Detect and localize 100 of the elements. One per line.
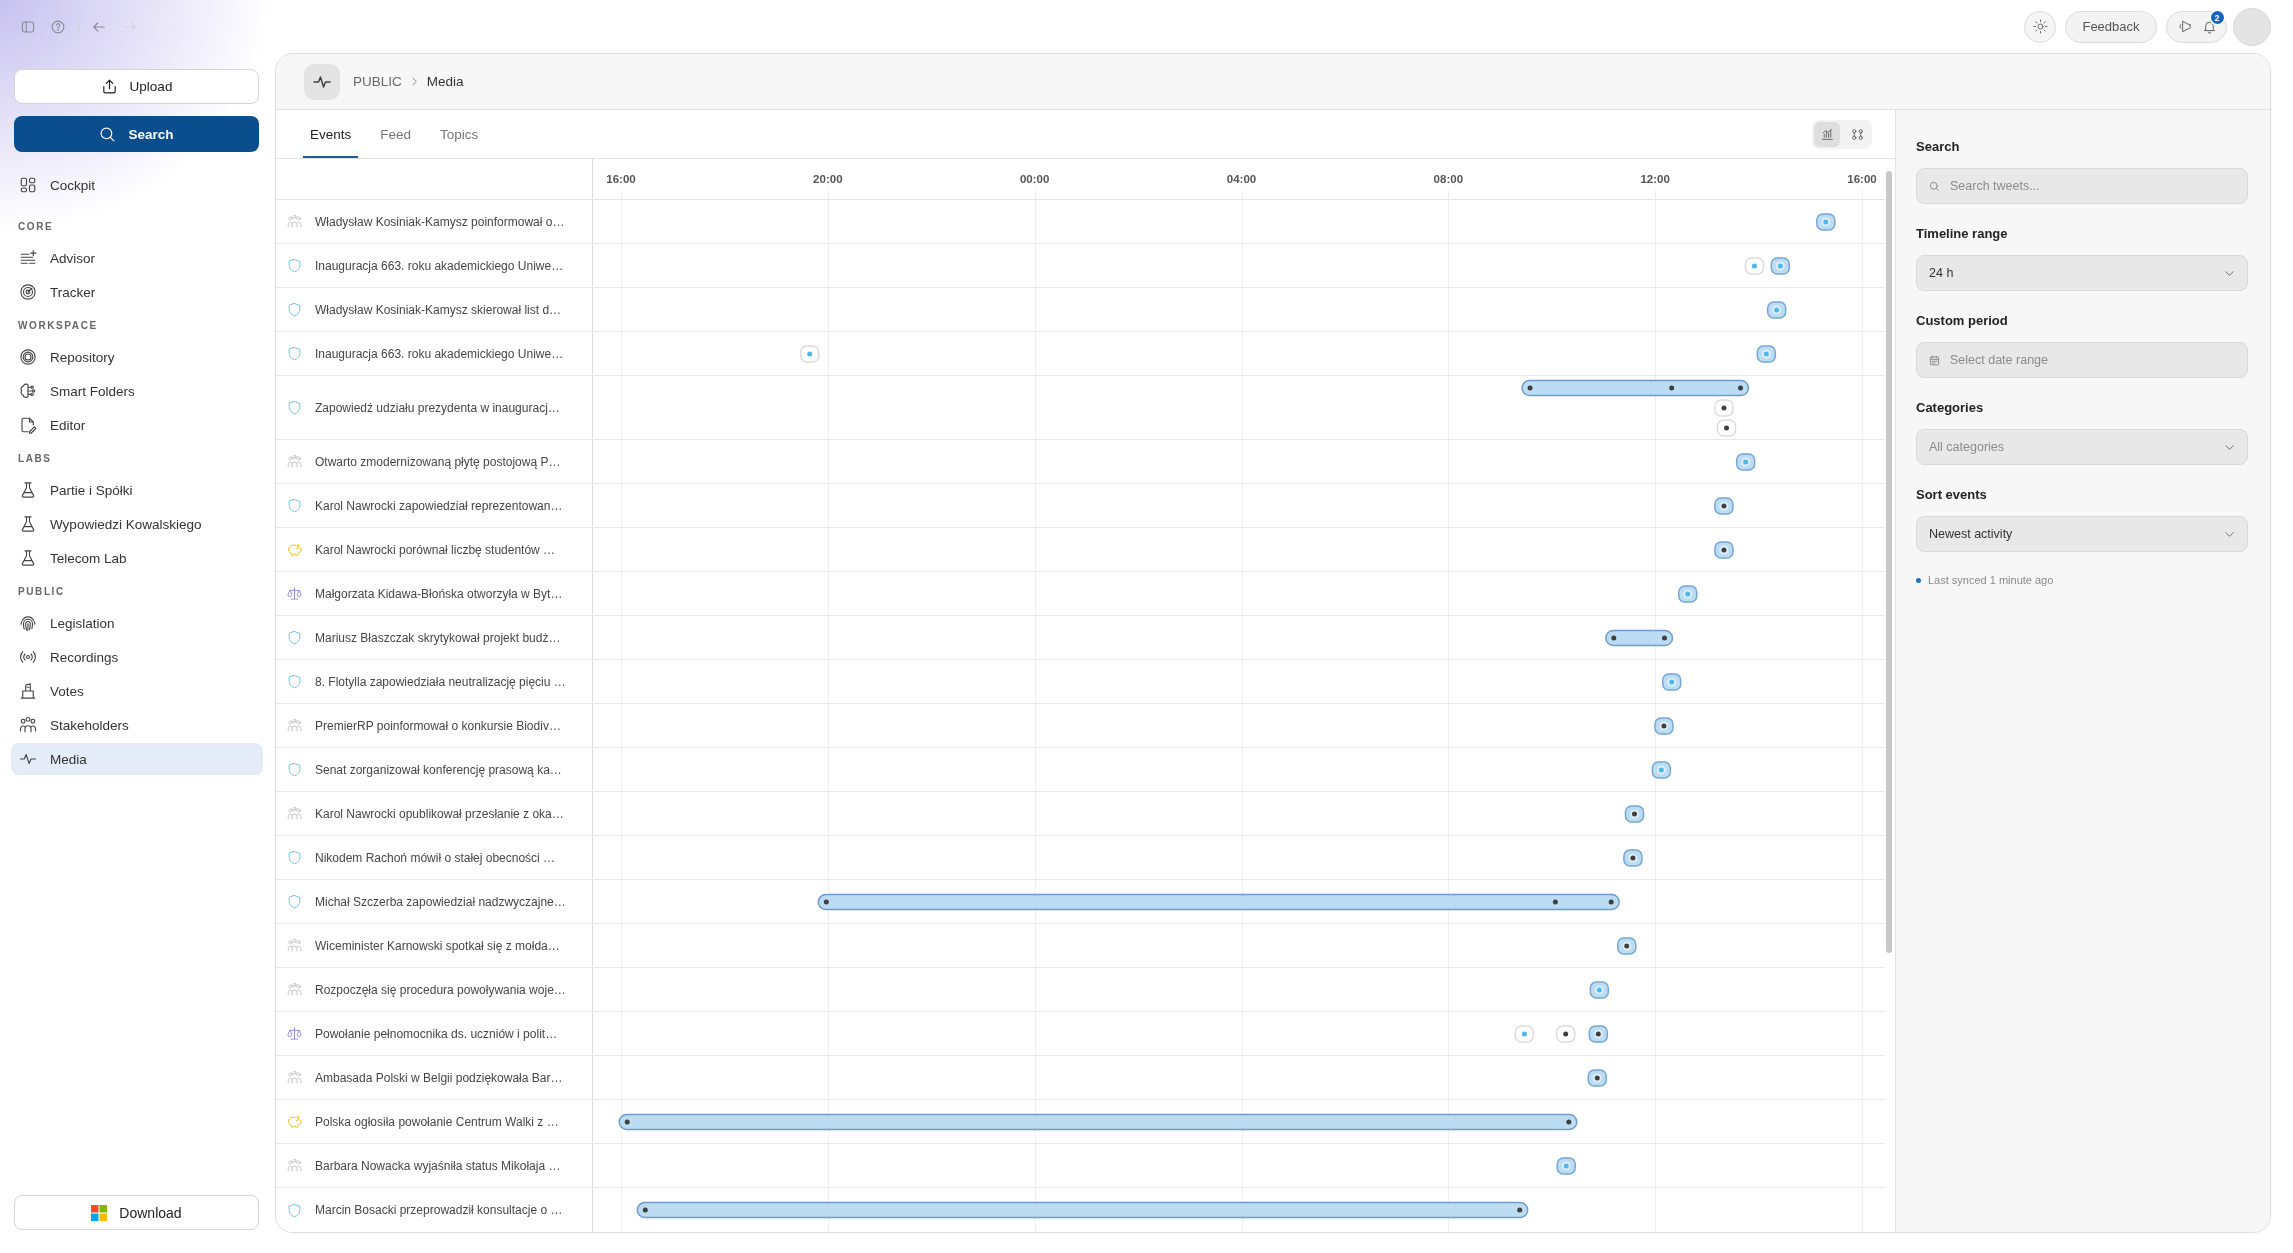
dropdown[interactable]: 24 h (1916, 255, 2248, 291)
nav-item[interactable]: Wypowiedzi Kowalskiego (11, 508, 263, 540)
marker-icon[interactable] (1588, 1025, 1609, 1043)
nav-item[interactable]: Advisor (11, 242, 263, 274)
scales-icon (287, 1026, 302, 1041)
nav-item[interactable]: Editor (11, 409, 263, 441)
marker-icon[interactable] (1623, 849, 1643, 867)
event-title[interactable]: Otwarto zmodernizowaną płytę postojową P… (315, 454, 561, 469)
nav-item[interactable]: Telecom Lab (11, 542, 263, 574)
flask-icon (19, 549, 37, 567)
megaphone-icon[interactable] (2176, 19, 2192, 34)
marker-icon[interactable] (1678, 585, 1698, 603)
event-title[interactable]: Karol Nawrocki zapowiedział reprezentowan… (315, 498, 563, 513)
brain-icon (19, 382, 37, 400)
marker-icon[interactable] (1651, 761, 1672, 779)
sidebar-toggle-icon[interactable] (21, 19, 35, 34)
nav-item[interactable]: Stakeholders (11, 709, 263, 741)
marker-icon[interactable] (1816, 213, 1836, 231)
nav-item[interactable]: Recordings (11, 641, 263, 673)
people-icon (287, 806, 302, 821)
event-title[interactable]: Karol Nawrocki porównał liczbę studentów … (315, 542, 556, 557)
event-title[interactable]: Karol Nawrocki opublikował przesłanie z oka… (315, 806, 564, 821)
shield-icon (287, 302, 302, 317)
nav-item[interactable]: Smart Folders (11, 375, 263, 407)
event-title[interactable]: Polska ogłosiła powołanie Centrum Walki z … (315, 1114, 559, 1129)
shield-icon (287, 400, 302, 415)
event-title[interactable]: Rozpoczęła się procedura powoływania woje… (315, 982, 566, 997)
event-title[interactable]: Inauguracja 663. roku akademickiego Uniwe… (315, 258, 564, 273)
nav-item[interactable]: Media (11, 743, 263, 775)
feedback-button[interactable]: Feedback (2065, 10, 2157, 43)
event-title[interactable]: Władysław Kosiniak-Kamysz poinformował o… (315, 214, 565, 229)
people-icon (19, 716, 37, 734)
event-title[interactable]: Nikodem Rachoń mówił o stałej obecności … (315, 850, 556, 865)
people-icon (287, 454, 302, 469)
marker-icon[interactable] (1714, 541, 1734, 559)
notification-badge: 2 (2210, 11, 2224, 24)
help-icon[interactable] (51, 19, 65, 34)
shield-icon (287, 1202, 302, 1218)
nav-item[interactable]: Tracker (11, 276, 263, 308)
nav-item[interactable]: Legislation (11, 607, 263, 639)
date-range-field[interactable]: Select date range (1916, 342, 2248, 378)
search-field[interactable]: Search tweets... (1916, 168, 2248, 204)
back-arrow-icon[interactable] (92, 19, 106, 34)
filter-label: Custom period (1916, 313, 2009, 329)
event-title[interactable]: Michał Szczerba zapowiedział nadzwyczajne… (315, 894, 566, 909)
shield-icon (287, 346, 302, 361)
marker-icon[interactable] (1661, 673, 1682, 691)
bell-icon[interactable] (2201, 19, 2217, 34)
marker-icon[interactable] (1589, 981, 1610, 999)
event-title[interactable]: Mariusz Błaszczak skrytykował projekt budż… (315, 630, 561, 645)
marker-icon[interactable] (1756, 345, 1777, 363)
sync-status: Last synced 1 minute ago (1928, 574, 2054, 586)
tab[interactable]: Feed (373, 110, 419, 158)
lines-sparkle-icon (19, 249, 37, 267)
tab[interactable]: Topics (433, 110, 486, 158)
avatar[interactable] (2233, 7, 2271, 46)
marker-icon[interactable] (1770, 257, 1791, 275)
download-button[interactable]: Download (14, 1195, 259, 1230)
event-title[interactable]: Senat zorganizował konferencję prasową ka… (315, 762, 562, 777)
marker-icon[interactable] (1556, 1157, 1576, 1175)
marker-icon[interactable] (1766, 301, 1787, 319)
nav-item[interactable]: Cockpit (11, 169, 263, 201)
nav-item[interactable]: Votes (11, 675, 263, 707)
document-pen-icon (19, 416, 37, 434)
search-icon (1929, 180, 1940, 192)
event-title[interactable]: Inauguracja 663. roku akademickiego Uniwe… (315, 346, 564, 361)
event-title[interactable]: Ambasada Polski w Belgii podziękowała Bar… (315, 1070, 563, 1085)
scrollbar-thumb[interactable] (1886, 171, 1892, 953)
event-title[interactable]: Władysław Kosiniak-Kamysz skierował list d… (315, 302, 562, 317)
event-title[interactable]: Powołanie pełnomocnika ds. uczniów i polit… (315, 1026, 558, 1041)
view-toggle-button[interactable] (1814, 121, 1840, 147)
shield-icon (287, 674, 302, 689)
marker-icon[interactable] (1714, 497, 1734, 515)
marker-icon[interactable] (1735, 453, 1756, 471)
marker-icon[interactable] (1587, 1069, 1607, 1087)
marker-icon[interactable] (1617, 937, 1637, 955)
search-button[interactable]: Search (14, 116, 259, 152)
four-squares-icon (91, 1204, 108, 1221)
event-span-bar[interactable] (1605, 629, 1674, 647)
flask-icon (19, 481, 37, 499)
marker-icon[interactable] (1654, 717, 1674, 735)
upload-button[interactable]: Upload (14, 69, 259, 104)
fingerprint-icon (19, 614, 37, 632)
event-title[interactable]: Zapowiedź udziału prezydenta w inauguracj… (315, 400, 560, 415)
tab[interactable]: Events (303, 110, 359, 158)
axis-label: 00:00 (1019, 173, 1050, 185)
event-title[interactable]: Marcin Bosacki przeprowadził konsultacje o … (315, 1203, 563, 1217)
event-title[interactable]: 8. Flotylla zapowiedziała neutralizację pięciu … (315, 674, 566, 689)
dropdown[interactable]: Newest activity (1916, 516, 2248, 552)
event-title[interactable]: PremierRP poinformował o konkursie Biodiv… (315, 718, 561, 733)
nav-item[interactable]: Partie i Spółki (11, 474, 263, 506)
event-title[interactable]: Wiceminister Karnowski spotkał się z mołda… (315, 938, 560, 953)
marker-icon[interactable] (1624, 805, 1645, 823)
event-title[interactable]: Barbara Nowacka wyjaśniła status Mikołaja … (315, 1158, 561, 1173)
sun-icon (2032, 19, 2048, 34)
breadcrumb-link[interactable]: PUBLIC (353, 74, 402, 89)
event-title[interactable]: Małgorzata Kidawa-Błońska otworzyła w Byt… (315, 586, 563, 601)
pulse-icon (304, 63, 340, 100)
nav-item[interactable]: Repository (11, 341, 263, 373)
theme-button[interactable] (2024, 10, 2056, 43)
